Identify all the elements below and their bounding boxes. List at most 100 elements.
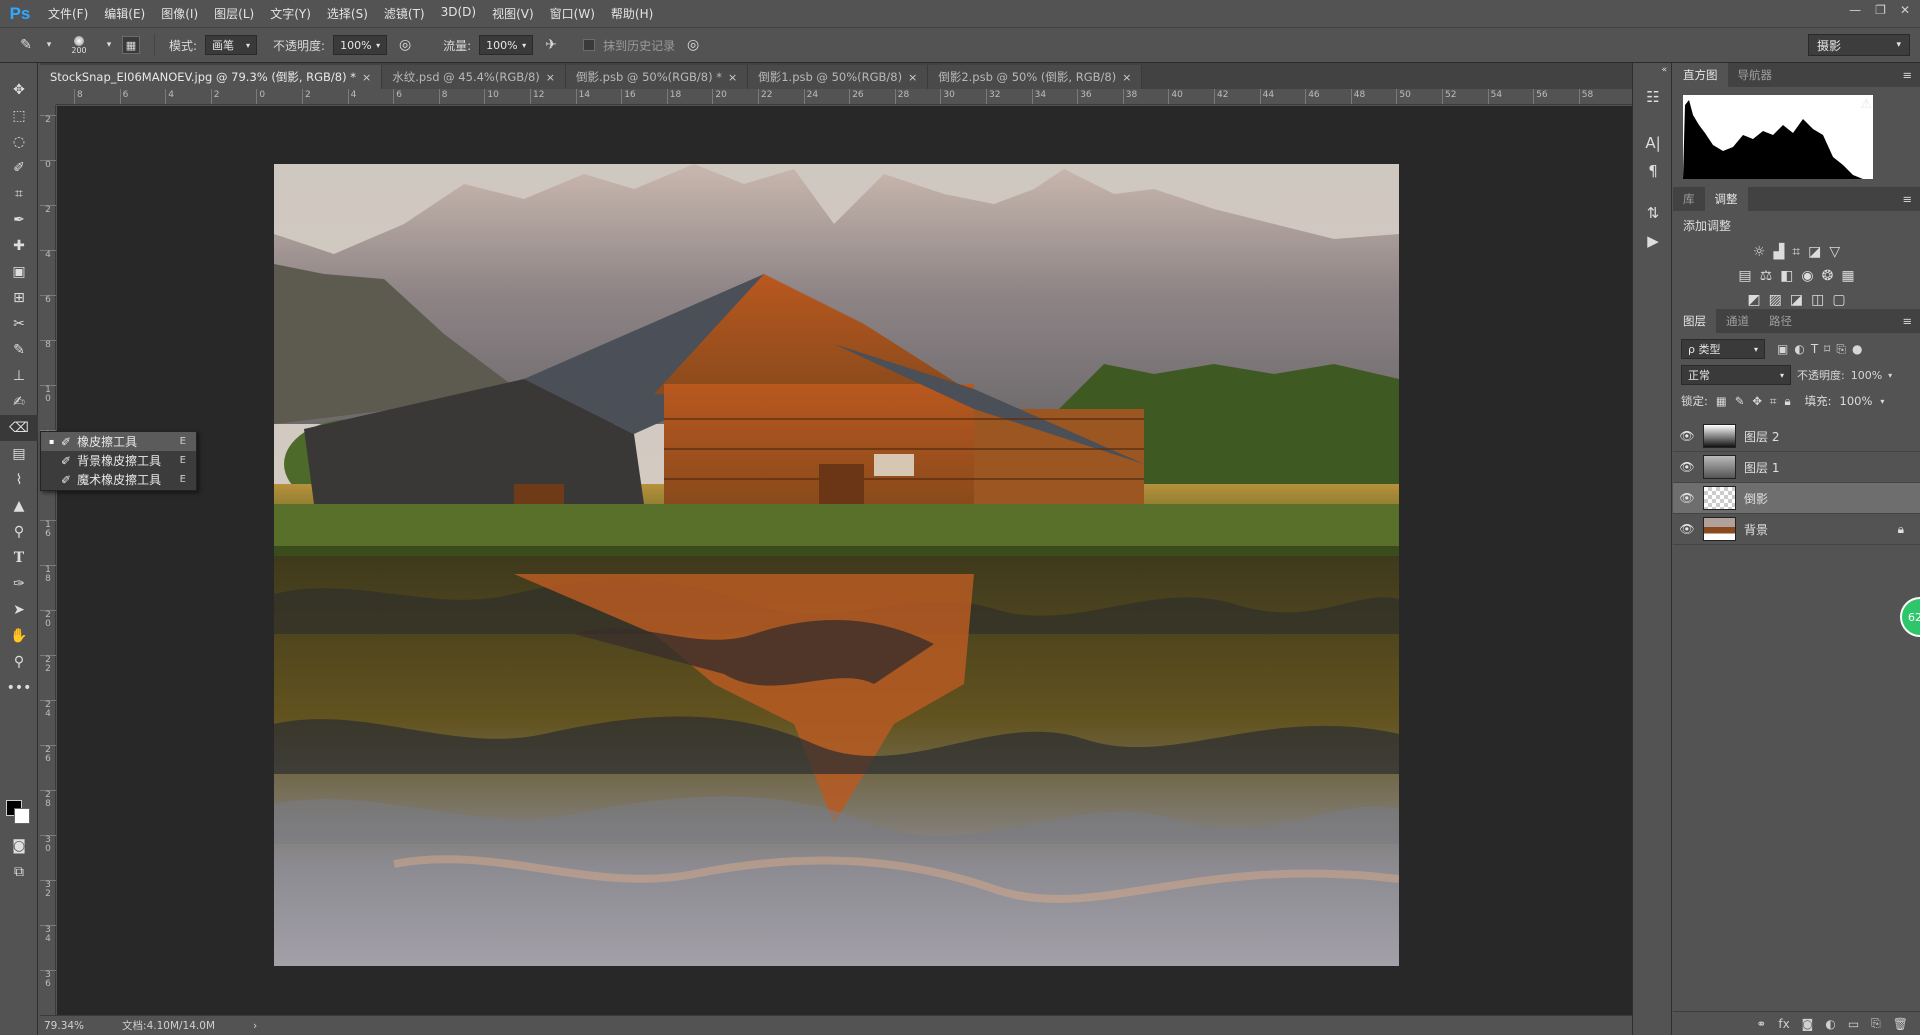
healing-brush-tool-icon[interactable]: ✚ bbox=[0, 233, 38, 259]
document-tab[interactable]: StockSnap_EI06MANOEV.jpg @ 79.3% (倒影, RG… bbox=[40, 65, 383, 89]
close-button[interactable]: ✕ bbox=[1900, 3, 1910, 17]
brush-tool-icon[interactable]: ✎ bbox=[0, 337, 38, 363]
menu-item[interactable]: 滤镜(T) bbox=[376, 5, 433, 22]
layer-row[interactable]: 👁︎ 图层 1 bbox=[1673, 452, 1920, 483]
lock-artboard-icon[interactable]: ⌗ bbox=[1770, 394, 1776, 409]
lock-all-icon[interactable]: 🔒︎ bbox=[1785, 394, 1791, 409]
history-panel-icon[interactable]: ☷ bbox=[1633, 83, 1673, 111]
photo-filter-icon[interactable]: ◉ bbox=[1801, 268, 1813, 284]
crop-tool-icon[interactable]: ⌗ bbox=[0, 181, 38, 207]
red-eye-tool-icon[interactable]: ✂ bbox=[0, 311, 38, 337]
airbrush-icon[interactable]: ✈ bbox=[541, 35, 561, 55]
visibility-eye-icon[interactable]: 👁︎ bbox=[1679, 429, 1695, 443]
levels-icon[interactable]: ▟ bbox=[1773, 244, 1784, 260]
tab-histogram[interactable]: 直方图 bbox=[1673, 63, 1728, 87]
close-tab-icon[interactable]: × bbox=[362, 71, 371, 84]
color-balance-icon[interactable]: ⚖ bbox=[1760, 268, 1773, 284]
document-tab[interactable]: 倒影1.psb @ 50%(RGB/8) × bbox=[748, 65, 929, 89]
gradient-tool-icon[interactable]: ▤ bbox=[0, 441, 38, 467]
brush-panel-icon[interactable]: ▦ bbox=[122, 36, 140, 54]
document-tab[interactable]: 倒影.psb @ 50%(RGB/8) * × bbox=[566, 65, 749, 89]
exposure-icon[interactable]: ◪ bbox=[1808, 244, 1821, 260]
new-group-icon[interactable]: ▭ bbox=[1848, 1017, 1859, 1031]
close-tab-icon[interactable]: × bbox=[728, 71, 737, 84]
brush-settings-icon[interactable]: ⇅ bbox=[1633, 199, 1673, 227]
more-tools-icon[interactable]: ••• bbox=[0, 675, 38, 701]
selective-color-icon[interactable]: ▢ bbox=[1832, 292, 1845, 308]
type-tool-icon[interactable]: T bbox=[0, 545, 38, 571]
color-lookup-icon[interactable]: ▦ bbox=[1841, 268, 1854, 284]
sharpen-tool-icon[interactable]: ▲ bbox=[0, 493, 38, 519]
tab-channels[interactable]: 通道 bbox=[1716, 309, 1759, 333]
document-image[interactable] bbox=[274, 164, 1399, 966]
layer-style-icon[interactable]: fx bbox=[1778, 1017, 1789, 1031]
workspace-switcher[interactable]: 摄影 ▾ bbox=[1808, 34, 1910, 56]
paragraph-panel-icon[interactable]: ¶ bbox=[1633, 157, 1673, 185]
clone-stamp-tool-icon[interactable]: ⊥ bbox=[0, 363, 38, 389]
actions-play-icon[interactable]: ▶ bbox=[1633, 227, 1673, 255]
hand-tool-icon[interactable]: ✋ bbox=[0, 623, 38, 649]
tab-adjustments[interactable]: 调整 bbox=[1704, 187, 1748, 211]
shape-filter-icon[interactable]: ⌑ bbox=[1824, 342, 1830, 356]
gradient-map-icon[interactable]: ◫ bbox=[1811, 292, 1824, 308]
tab-layers[interactable]: 图层 bbox=[1673, 309, 1716, 333]
lasso-tool-icon[interactable]: ◌ bbox=[0, 129, 38, 155]
add-mask-icon[interactable]: ◙ bbox=[1802, 1017, 1814, 1031]
background-color-swatch[interactable] bbox=[14, 808, 30, 824]
close-tab-icon[interactable]: × bbox=[908, 71, 917, 84]
new-adjustment-icon[interactable]: ◐ bbox=[1825, 1017, 1835, 1031]
blur-tool-icon[interactable]: ⌇ bbox=[0, 467, 38, 493]
filter-toggle-icon[interactable]: ● bbox=[1852, 342, 1862, 356]
document-tab[interactable]: 倒影2.psb @ 50% (倒影, RGB/8) × bbox=[928, 65, 1143, 89]
layer-kind-filter[interactable]: ρ 类型 ▾ bbox=[1681, 339, 1765, 359]
layer-opacity-value[interactable]: 100% bbox=[1851, 369, 1882, 382]
chevron-down-icon[interactable]: ▾ bbox=[1880, 397, 1884, 406]
panel-menu-icon[interactable]: ≡ bbox=[1902, 192, 1912, 206]
tab-paths[interactable]: 路径 bbox=[1759, 309, 1802, 333]
menu-item[interactable]: 文字(Y) bbox=[262, 5, 319, 22]
close-tab-icon[interactable]: × bbox=[546, 71, 555, 84]
floating-badge[interactable]: 62 bbox=[1900, 597, 1920, 637]
menu-item[interactable]: 帮助(H) bbox=[603, 5, 661, 22]
collapse-icon[interactable]: « bbox=[1633, 63, 1673, 77]
flyout-item[interactable]: ▪ ✐ 橡皮擦工具 E bbox=[41, 432, 196, 451]
threshold-icon[interactable]: ◪ bbox=[1790, 292, 1803, 308]
erase-history-checkbox[interactable] bbox=[583, 39, 596, 51]
pen-tool-icon[interactable]: ✑ bbox=[0, 571, 38, 597]
menu-item[interactable]: 窗口(W) bbox=[542, 5, 603, 22]
curves-icon[interactable]: ⌗ bbox=[1792, 244, 1800, 260]
screen-mode-icon[interactable]: ⧉ bbox=[0, 859, 38, 885]
flyout-item[interactable]: ✐ 魔术橡皮擦工具 E bbox=[41, 470, 196, 489]
fill-value[interactable]: 100% bbox=[1840, 394, 1873, 408]
mode-select[interactable]: 画笔 ▾ bbox=[205, 35, 258, 55]
lock-transparent-icon[interactable]: ▦ bbox=[1716, 394, 1727, 408]
tab-libraries[interactable]: 库 bbox=[1673, 187, 1705, 211]
layer-row[interactable]: 👁︎ 倒影 bbox=[1673, 483, 1920, 514]
type-filter-icon[interactable]: T bbox=[1811, 342, 1818, 356]
new-layer-icon[interactable]: ⎘ bbox=[1871, 1016, 1881, 1031]
chevron-right-icon[interactable]: › bbox=[253, 1020, 257, 1032]
pixel-filter-icon[interactable]: ▣ bbox=[1777, 342, 1788, 356]
panel-menu-icon[interactable]: ≡ bbox=[1902, 68, 1912, 82]
lock-position-icon[interactable]: ✥ bbox=[1752, 394, 1762, 408]
layer-row[interactable]: 👁︎ 背景 🔒︎ bbox=[1673, 514, 1920, 545]
menu-item[interactable]: 选择(S) bbox=[319, 5, 376, 22]
visibility-eye-icon[interactable]: 👁︎ bbox=[1679, 460, 1695, 474]
eraser-tool-icon[interactable]: ✎ bbox=[16, 35, 36, 55]
restore-button[interactable]: ❐ bbox=[1875, 3, 1886, 17]
patch-tool-icon[interactable]: ▣ bbox=[0, 259, 38, 285]
chevron-down-icon[interactable]: ▾ bbox=[44, 35, 54, 55]
zoom-tool-icon[interactable]: ⚲ bbox=[0, 649, 38, 675]
link-layers-icon[interactable]: ⚭ bbox=[1756, 1017, 1766, 1031]
close-tab-icon[interactable]: × bbox=[1122, 71, 1131, 84]
pressure-opacity-icon[interactable]: ◎ bbox=[395, 35, 415, 55]
lock-image-icon[interactable]: ✎ bbox=[1735, 394, 1745, 408]
menu-item[interactable]: 图像(I) bbox=[153, 5, 206, 22]
layer-row[interactable]: 👁︎ 图层 2 bbox=[1673, 421, 1920, 452]
hue-saturation-icon[interactable]: ▤ bbox=[1738, 268, 1751, 284]
opacity-field[interactable]: 100% ▾ bbox=[333, 35, 388, 55]
quick-mask-icon[interactable]: ◙ bbox=[0, 833, 38, 859]
visibility-eye-icon[interactable]: 👁︎ bbox=[1679, 491, 1695, 505]
menu-item[interactable]: 3D(D) bbox=[433, 5, 484, 22]
eraser-tool-icon[interactable]: ⌫ bbox=[0, 415, 38, 441]
